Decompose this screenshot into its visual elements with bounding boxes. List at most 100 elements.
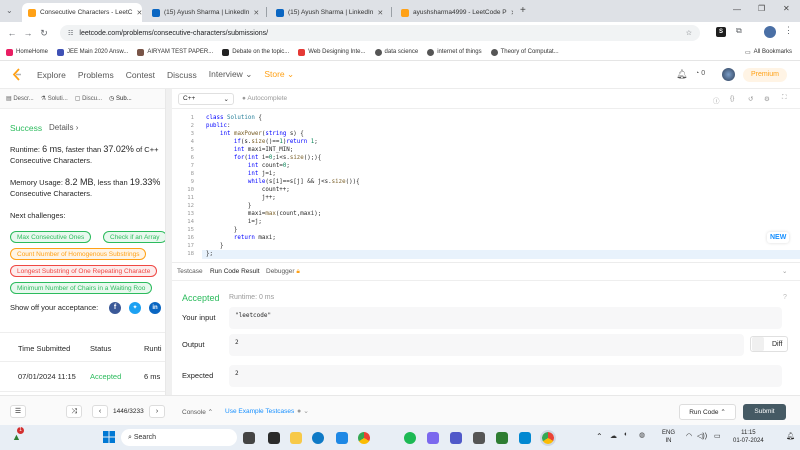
teams-icon[interactable] [450, 432, 462, 444]
clock[interactable]: 11:15 01-07-2024 [733, 429, 764, 445]
battery-icon[interactable]: ▭ [714, 432, 721, 440]
back-arrow-icon[interactable]: ← [4, 28, 20, 38]
app-icon[interactable] [268, 432, 280, 444]
facebook-share-icon[interactable]: f [109, 302, 121, 314]
profile-avatar[interactable] [764, 26, 776, 38]
tab-solutions[interactable]: ⚗ Soluti... [41, 95, 68, 102]
use-example-testcases-link[interactable]: Use Example Testcases [225, 408, 294, 415]
nav-store[interactable]: Store ⌄ [264, 69, 294, 80]
help-icon[interactable]: ● ⌄ [297, 407, 309, 415]
bookmark-item[interactable]: Web Designing Inte... [298, 48, 366, 56]
browser-tab-linkedin-2[interactable]: (15) Ayush Sharma | LinkedIn ✕ [270, 3, 388, 22]
challenge-chip[interactable]: Minimum Number of Chairs in a Waiting Ro… [10, 282, 153, 294]
bookmark-item[interactable]: JEE Main 2020 Answ... [57, 48, 128, 56]
forward-arrow-icon[interactable]: → [20, 28, 36, 38]
table-row[interactable]: 07/01/2024 11:15 Accepted 6 ms [0, 362, 165, 392]
leetcode-logo-icon[interactable] [12, 68, 23, 81]
premium-button[interactable]: Premium [743, 68, 787, 82]
run-code-button[interactable]: Run Code ⌃ [679, 404, 736, 420]
app-icon[interactable] [496, 432, 508, 444]
tray-app-icon[interactable]: ◐ [624, 431, 628, 438]
browser-tab-leetcode-profile[interactable]: ayushsharma4999 - LeetCode P ✕ [395, 3, 513, 22]
tab-run-code-result[interactable]: Run Code Result [210, 268, 260, 275]
bookmark-item[interactable]: AIRYAM TEST PAPER... [137, 48, 213, 56]
details-link[interactable]: Details › [49, 123, 78, 132]
browser-tab-linkedin-1[interactable]: (15) Ayush Sharma | LinkedIn ✕ [146, 3, 264, 22]
notification-bell-icon[interactable]: 🔔︎ [676, 69, 687, 80]
browser-tab-leetcode[interactable]: Consecutive Characters - LeetC ✕ [22, 3, 142, 22]
app-icon[interactable] [519, 432, 531, 444]
nav-explore[interactable]: Explore [37, 70, 66, 80]
close-tab-icon[interactable]: ✕ [377, 9, 383, 17]
twitter-share-icon[interactable]: ✦ [129, 302, 141, 314]
app-icon[interactable] [473, 432, 485, 444]
app-icon[interactable] [336, 432, 348, 444]
taskbar-search-box[interactable]: ⌕ Search [121, 429, 237, 446]
wifi-icon[interactable]: ◠ [686, 432, 692, 440]
streak-counter[interactable]: ◔ 0 [695, 70, 705, 77]
windows-start-icon[interactable] [103, 431, 115, 443]
chrome-active-icon[interactable] [540, 430, 556, 446]
site-info-icon[interactable]: ☷ [68, 30, 73, 37]
tab-testcase[interactable]: Testcase [177, 268, 203, 275]
cloud-icon[interactable]: ☁ [610, 432, 617, 440]
language-indicator[interactable]: ENG IN [662, 429, 675, 445]
bookmark-item[interactable]: Debate on the topic... [222, 48, 289, 56]
close-tab-icon[interactable]: ✕ [137, 9, 143, 17]
expand-icon[interactable]: ⛶ [782, 94, 787, 102]
console-toggle[interactable]: Console ⌃ [182, 408, 213, 416]
info-icon[interactable]: ⓘ [713, 95, 720, 105]
tab-submissions[interactable]: ◷ Sub... [109, 95, 132, 102]
address-bar[interactable]: ☷ leetcode.com/problems/consecutive-char… [60, 25, 700, 41]
user-avatar[interactable] [722, 68, 735, 81]
reset-icon[interactable]: ↺ [748, 95, 753, 103]
diff-toggle[interactable]: Diff [750, 336, 788, 352]
close-window-button[interactable]: ✕ [783, 4, 790, 13]
tab-discuss[interactable]: ▢ Discu... [75, 95, 102, 102]
autocomplete-toggle[interactable]: ● Autocomplete [242, 95, 287, 102]
submit-button[interactable]: Submit [743, 404, 786, 420]
language-select[interactable]: C++ ⌄ [178, 92, 234, 105]
chrome-icon[interactable] [358, 432, 370, 444]
bookmark-item[interactable]: Theory of Computat... [490, 48, 559, 56]
bookmark-item[interactable]: internet of things [427, 48, 482, 56]
challenge-chip[interactable]: Max Consecutive Ones [10, 231, 92, 243]
nav-interview[interactable]: Interview ⌄ [209, 69, 253, 80]
maximize-button[interactable]: ❐ [758, 4, 765, 13]
new-badge[interactable]: NEW [767, 232, 790, 243]
problem-list-icon[interactable]: ☰ [10, 405, 26, 418]
nav-discuss[interactable]: Discuss [167, 70, 197, 80]
app-icon[interactable] [427, 432, 439, 444]
challenge-chip[interactable]: Count Number of Homogenous Substrings [10, 248, 147, 260]
bookmark-star-icon[interactable]: ☆ [686, 29, 692, 37]
challenge-chip[interactable]: Longest Substring of One Repeating Chara… [10, 265, 158, 277]
file-explorer-icon[interactable] [290, 432, 302, 444]
linkedin-share-icon[interactable]: in [149, 302, 161, 314]
close-tab-icon[interactable]: ✕ [253, 9, 259, 17]
challenge-chip[interactable]: Check if an Array [103, 231, 165, 243]
settings-icon[interactable]: ⚙ [764, 95, 770, 103]
tab-debugger[interactable]: Debugger 🔒︎ [266, 268, 300, 276]
chevron-up-icon[interactable]: ⌃ [596, 432, 603, 441]
bookmark-item[interactable]: data science [374, 48, 418, 56]
tab-description[interactable]: ▤ Descr... [6, 95, 34, 102]
extensions-puzzle-icon[interactable]: ⧉ [736, 26, 742, 36]
task-view-icon[interactable] [243, 432, 255, 444]
extension-icon[interactable]: S [716, 27, 726, 37]
spotify-icon[interactable] [404, 432, 416, 444]
reload-icon[interactable]: ↻ [36, 28, 52, 39]
browser-menu-icon[interactable]: ⋮ [784, 25, 793, 36]
nav-problems[interactable]: Problems [78, 70, 114, 80]
prev-problem-button[interactable]: ‹ [92, 405, 108, 418]
code-braces-icon[interactable]: {} [730, 95, 734, 102]
new-tab-button[interactable]: + [520, 5, 526, 16]
notification-center-icon[interactable]: 🔔︎ [786, 432, 795, 440]
shuffle-icon[interactable]: ⤨ [66, 405, 82, 418]
bookmark-item[interactable]: HomeHome [6, 48, 48, 56]
close-tab-icon[interactable]: ✕ [511, 9, 513, 17]
minimize-button[interactable]: — [733, 5, 741, 14]
tray-app-icon[interactable]: ◍ [639, 431, 645, 439]
code-editor[interactable]: C++ ⌄ ● Autocomplete ⓘ {} ↺ ⚙ ⛶ 1 2 3 4 … [172, 89, 800, 259]
chevron-down-icon[interactable]: ⌄ [782, 267, 787, 275]
help-icon[interactable]: ? [783, 294, 787, 301]
